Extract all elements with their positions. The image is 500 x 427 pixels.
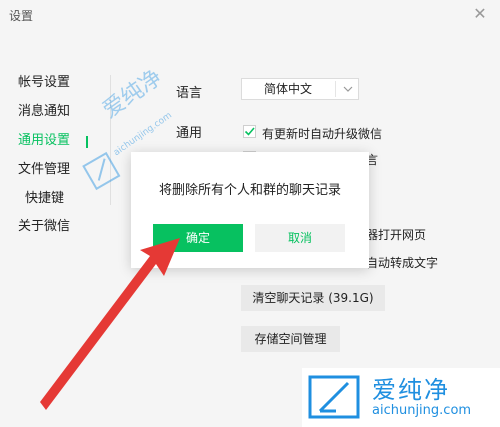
watermark-brand: 爱纯净 [372,376,450,404]
option-text-4: 自动转成文字 [366,256,439,270]
language-value: 简体中文 [263,82,312,96]
confirm-button[interactable]: 确定 [153,224,243,252]
auto-update-checkbox[interactable] [243,125,256,138]
watermark-box: 爱纯净 aichunjing.com [302,368,500,427]
language-select[interactable]: 简体中文 [241,78,359,100]
window-title: 设置 [9,9,34,23]
sidebar-item-about[interactable]: 关于微信 [18,218,88,236]
watermark-logo-icon [308,375,360,419]
confirm-dialog: 将删除所有个人和群的聊天记录 确定 取消 [131,152,369,268]
dialog-message: 将删除所有个人和群的聊天记录 [158,183,341,198]
clear-chat-history-button[interactable]: 清空聊天记录 (39.1G) [241,285,385,311]
cancel-button[interactable]: 取消 [255,224,345,252]
close-icon[interactable]: ✕ [470,5,490,25]
watermark-site: aichunjing.com [372,403,472,418]
storage-management-button[interactable]: 存储空间管理 [241,326,340,352]
select-divider [335,81,336,97]
option-text-3: 器打开网页 [366,228,427,242]
auto-update-option: 有更新时自动升级微信 [262,127,383,141]
checkmark-icon [244,127,255,136]
chevron-down-icon [343,86,353,92]
